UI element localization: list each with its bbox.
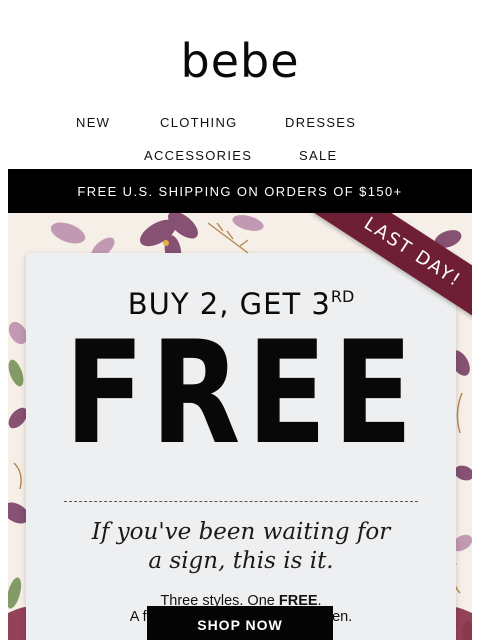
free-heading: FREE xyxy=(64,311,420,476)
script-line-1: If you've been waiting for xyxy=(91,519,391,545)
offer-headline-sup: RD xyxy=(330,287,355,306)
shop-now-button[interactable]: SHOP NOW xyxy=(147,606,333,640)
script-line-2: a sign, this is it. xyxy=(148,548,334,574)
shipping-promo-bar[interactable]: FREE U.S. SHIPPING ON ORDERS OF $150+ xyxy=(8,169,472,213)
nav-link-accessories[interactable]: ACCESSORIES xyxy=(144,148,252,163)
nav-link-sale[interactable]: SALE xyxy=(299,148,337,163)
hero-banner[interactable]: BUY 2, GET 3RD FREE If you've been waiti… xyxy=(8,213,472,640)
bebe-logo[interactable]: bebe xyxy=(0,36,480,86)
shipping-promo-text: FREE U.S. SHIPPING ON ORDERS OF $150+ xyxy=(77,183,403,199)
dashed-divider xyxy=(64,501,418,502)
nav-link-dresses[interactable]: DRESSES xyxy=(285,115,356,130)
offer-card: BUY 2, GET 3RD FREE If you've been waiti… xyxy=(26,253,456,640)
nav-link-clothing[interactable]: CLOTHING xyxy=(160,115,238,130)
nav-link-new[interactable]: NEW xyxy=(76,115,110,130)
